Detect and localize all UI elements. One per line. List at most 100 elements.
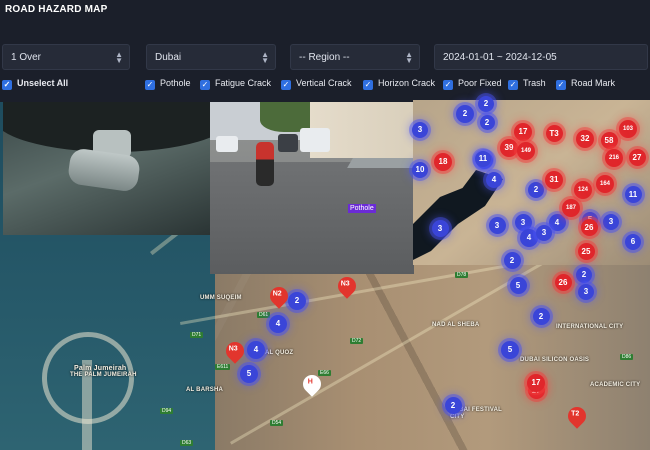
hazard-cluster-red[interactable]: 58 — [600, 131, 618, 149]
date-range-value: 2024-01-01 ~ 2024-12-05 — [443, 52, 557, 63]
filter-vertical-crack[interactable]: ✓ Vertical Crack — [281, 78, 352, 94]
road-shield: D94 — [160, 408, 174, 414]
road-shield: D86 — [620, 354, 634, 360]
hazard-cluster-blue[interactable]: 3 — [514, 213, 532, 231]
hazard-cluster-red[interactable]: 124 — [574, 181, 592, 199]
check-icon: ✓ — [508, 80, 518, 90]
area-label: AL BARSHA — [186, 387, 224, 393]
hazard-cluster-blue[interactable]: 4 — [486, 172, 502, 188]
area-label: NAD AL SHEBA — [432, 322, 480, 328]
hazard-cluster-red[interactable]: 149 — [517, 142, 535, 160]
hazard-filters: ✓ Unselect All ✓ Pothole ✓ Fatigue Crack ✓ V… — [0, 78, 650, 94]
hazard-cluster-blue[interactable]: 2 — [288, 292, 306, 310]
city-value: Dubai — [155, 52, 182, 63]
area-label: THE PALM JUMEIRAH — [70, 372, 137, 378]
pin-label: T2 — [571, 410, 580, 418]
check-icon: ✓ — [443, 80, 453, 90]
area-label: UMM SUQEIM — [200, 295, 242, 301]
parked-car — [300, 128, 330, 152]
hazard-cluster-blue[interactable]: 4 — [269, 315, 287, 333]
hazard-cluster-red[interactable]: 32 — [576, 130, 594, 148]
filter-label: Horizon Crack — [378, 78, 436, 88]
check-icon: ✓ — [2, 80, 12, 90]
hazard-cluster-blue[interactable]: 2 — [456, 105, 474, 123]
hazard-cluster-blue[interactable]: 2 — [478, 96, 494, 112]
hazard-cluster-blue[interactable]: 4 — [548, 213, 566, 231]
hazard-cluster-blue[interactable]: 11 — [624, 185, 642, 203]
date-range-input[interactable]: 2024-01-01 ~ 2024-12-05 — [434, 44, 648, 70]
updown-icon: ▲ ▼ — [115, 50, 123, 65]
filter-horizon-crack[interactable]: ✓ Horizon Crack — [363, 78, 435, 94]
hazard-cluster-blue[interactable]: 5 — [240, 365, 258, 383]
filter-poor-fixed[interactable]: ✓ Poor Fixed — [443, 78, 502, 94]
hazard-cluster-red[interactable]: 216 — [605, 149, 623, 167]
hazard-cluster-blue[interactable]: 3 — [536, 225, 552, 241]
threshold-select[interactable]: 1 Over ▲ ▼ — [2, 44, 130, 70]
hazard-cluster-red[interactable]: 164 — [596, 175, 614, 193]
hazard-cluster-blue[interactable]: 6 — [625, 234, 641, 250]
pin-label: H — [307, 378, 313, 386]
hazard-cluster-red[interactable]: 187 — [562, 199, 580, 217]
region-select[interactable]: -- Region -- ▲ ▼ — [290, 44, 420, 70]
filter-label: Vertical Crack — [296, 78, 352, 88]
hazard-cluster-red[interactable]: 25 — [577, 242, 595, 260]
road-shield: E66 — [318, 370, 331, 376]
filter-label: Fatigue Crack — [215, 78, 272, 88]
hazard-cluster-blue[interactable]: 2 — [576, 267, 592, 283]
unselect-all-checkbox[interactable]: ✓ Unselect All — [2, 78, 68, 94]
unselect-all-label: Unselect All — [17, 78, 69, 88]
updown-icon: ▲ ▼ — [405, 50, 413, 65]
filter-label: Poor Fixed — [458, 78, 502, 88]
hazard-cluster-blue[interactable]: 10 — [412, 162, 428, 178]
curb — [347, 158, 414, 168]
check-icon: ✓ — [363, 80, 373, 90]
road-surface — [210, 162, 414, 274]
hazard-cluster-red[interactable]: 17 — [514, 123, 532, 141]
updown-icon: ▲ ▼ — [261, 50, 269, 65]
hazard-cluster-red[interactable]: 26 — [554, 273, 572, 291]
road-hazard-app: ROAD HAZARD MAP 1 Over ▲ ▼ Dubai ▲ ▼ -- Re… — [0, 0, 650, 450]
check-icon: ✓ — [145, 80, 155, 90]
region-value: -- Region -- — [299, 52, 350, 63]
hazard-cluster-blue[interactable]: 2 — [528, 182, 544, 198]
pin-label: N2 — [272, 290, 282, 298]
filter-trash[interactable]: ✓ Trash — [508, 78, 546, 94]
hazard-cluster-blue[interactable]: 5 — [501, 341, 519, 359]
hazard-cluster-blue[interactable]: 3 — [412, 122, 428, 138]
page-title: ROAD HAZARD MAP — [5, 4, 108, 15]
hazard-cluster-red[interactable]: 17 — [527, 374, 545, 392]
hazard-cluster-blue[interactable]: 3 — [603, 214, 619, 230]
hazard-cluster-blue[interactable]: 3 — [578, 284, 594, 300]
hazard-cluster-blue[interactable]: 3 — [431, 219, 449, 237]
hazard-cluster-red[interactable]: 39 — [500, 139, 518, 157]
hazard-cluster-blue[interactable]: 2 — [532, 307, 550, 325]
road-shield: D54 — [270, 420, 284, 426]
hazard-cluster-red[interactable]: 103 — [619, 120, 637, 138]
hazard-cluster-blue[interactable]: 2 — [444, 396, 462, 414]
pin-label: N3 — [340, 280, 350, 288]
hazard-cluster-blue[interactable]: 5 — [509, 276, 527, 294]
hazard-cluster-blue[interactable]: 11 — [475, 151, 491, 167]
filter-pothole[interactable]: ✓ Pothole — [145, 78, 191, 94]
road-shield: D63 — [180, 440, 194, 446]
area-label: Palm Jumeirah — [74, 365, 127, 372]
city-select[interactable]: Dubai ▲ ▼ — [146, 44, 276, 70]
hazard-cluster-red[interactable]: 31 — [545, 171, 563, 189]
check-icon: ✓ — [200, 80, 210, 90]
road-photo: Pothole — [210, 102, 414, 274]
hazard-cluster-blue[interactable]: 4 — [247, 341, 265, 359]
hazard-cluster-red[interactable]: 18 — [434, 153, 452, 171]
hazard-cluster-blue[interactable]: 2 — [503, 251, 521, 269]
parked-car — [216, 136, 238, 152]
filter-fatigue-crack[interactable]: ✓ Fatigue Crack — [200, 78, 271, 94]
hazard-cluster-red[interactable]: 27 — [628, 148, 646, 166]
hazard-cluster-red[interactable]: 26 — [580, 218, 598, 236]
hazard-cluster-blue[interactable]: 2 — [479, 114, 495, 130]
hazard-cluster-red[interactable]: T3 — [545, 124, 563, 142]
hazard-cluster-blue[interactable]: 3 — [488, 216, 506, 234]
area-label: DUBAI SILICON OASIS — [520, 357, 590, 363]
road-shield: D78 — [455, 272, 469, 278]
filter-road-mark[interactable]: ✓ Road Mark — [556, 78, 615, 94]
road-shield: D71 — [190, 332, 204, 338]
area-label: INTERNATIONAL CITY — [556, 324, 624, 330]
